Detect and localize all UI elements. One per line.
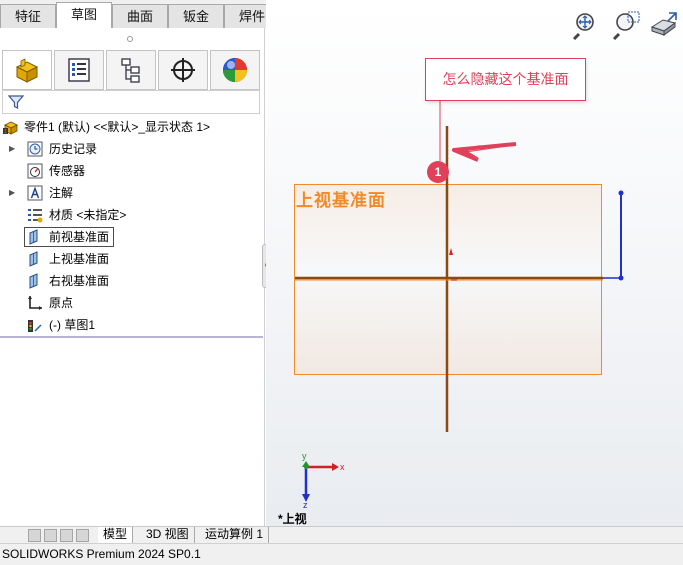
rollback-bar[interactable]	[0, 336, 263, 338]
tab-surfaces[interactable]: 曲面	[112, 4, 168, 28]
triad-x-label: x	[340, 462, 345, 472]
dimxpert-tab[interactable]	[158, 50, 208, 90]
tab-sheet-metal[interactable]: 钣金	[168, 4, 224, 28]
display-manager-icon	[223, 58, 247, 82]
feature-manager-tab[interactable]	[2, 50, 52, 90]
endpoint-top[interactable]	[618, 190, 624, 196]
tree-item-right-plane[interactable]: 右视基准面	[0, 270, 263, 292]
tree-item-label: 上视基准面	[49, 252, 110, 266]
prev-tab-button[interactable]	[44, 529, 57, 542]
endpoint-bottom[interactable]	[618, 275, 624, 281]
tree-item-material[interactable]: 材质 <未指定>	[0, 204, 263, 226]
tab-features[interactable]: 特征	[0, 4, 56, 28]
tree-item-label: 材质 <未指定>	[49, 208, 127, 222]
tree-item-origin[interactable]: 原点	[0, 292, 263, 314]
panel-icon-bar	[2, 50, 263, 90]
expand-arrow-icon[interactable]: ▶	[9, 182, 15, 204]
plane-icon	[29, 273, 38, 289]
configuration-manager-tab[interactable]	[106, 50, 156, 90]
sensor-icon	[27, 163, 43, 179]
history-icon	[27, 141, 43, 157]
tree-item-label: 传感器	[49, 164, 86, 178]
property-manager-icon	[68, 58, 90, 82]
tree-item-sensors[interactable]: 传感器	[0, 160, 263, 182]
triad-x-arrow	[332, 463, 339, 471]
tree-root[interactable]: 零件1 (默认) <<默认>_显示状态 1>	[0, 116, 263, 138]
tree-item-top-plane[interactable]: 上视基准面	[0, 248, 263, 270]
origin-marker-icon	[449, 248, 453, 255]
plane-icon	[29, 229, 38, 245]
feature-manager-panel: 零件1 (默认) <<默认>_显示状态 1> ▶ 历史记录 传感器 ▶ 注解 材…	[0, 28, 265, 526]
tree-filter[interactable]	[2, 90, 260, 114]
tree-item-label: 原点	[49, 296, 74, 310]
view-orientation-label: *上视	[278, 512, 307, 526]
tree-item-sketch1[interactable]: (-) 草图1	[0, 314, 263, 336]
configuration-manager-icon	[121, 58, 140, 83]
callout-badge: 1	[427, 161, 449, 183]
feature-manager-icon	[15, 58, 39, 83]
tree-item-history[interactable]: ▶ 历史记录	[0, 138, 263, 160]
annotation-icon	[27, 185, 43, 201]
panel-grip[interactable]	[127, 36, 133, 42]
tree-item-annotations[interactable]: ▶ 注解	[0, 182, 263, 204]
triad-y-label: y	[302, 451, 307, 461]
first-tab-button[interactable]	[28, 529, 41, 542]
last-tab-button[interactable]	[76, 529, 89, 542]
tree-item-label: (-) 草图1	[49, 318, 95, 332]
material-icon	[28, 209, 43, 223]
expand-arrow-icon[interactable]: ▶	[9, 138, 15, 160]
dimxpert-icon	[171, 58, 195, 82]
tab-model[interactable]: 模型	[98, 527, 134, 543]
graphics-area[interactable]: 上视基准面 x y z 怎么隐藏这个基准面 1 *上视	[266, 0, 683, 526]
tab-motion-study[interactable]: 运动算例 1	[200, 527, 270, 543]
plane-icon	[29, 251, 38, 267]
tree-item-label: 前视基准面	[49, 230, 110, 244]
question-callout: 怎么隐藏这个基准面	[425, 58, 586, 101]
next-tab-button[interactable]	[60, 529, 73, 542]
pointer-arrow-stroke	[452, 142, 517, 162]
bottom-tab-bar: 模型 3D 视图 运动算例 1	[0, 526, 683, 543]
display-manager-tab[interactable]	[210, 50, 260, 90]
status-bar: SOLIDWORKS Premium 2024 SP0.1	[0, 543, 683, 565]
tree-item-front-plane[interactable]: 前视基准面	[0, 226, 263, 248]
triad-z-label: z	[303, 500, 308, 510]
origin-icon	[28, 296, 42, 310]
solidworks-window: 特征 草图 曲面 钣金 焊件 标注	[0, 0, 683, 565]
tab-3d-view[interactable]: 3D 视图	[141, 527, 195, 543]
tree-item-label: 右视基准面	[49, 274, 110, 288]
part-icon	[3, 121, 18, 135]
filter-icon[interactable]	[8, 94, 24, 110]
tree-root-label: 零件1 (默认) <<默认>_显示状态 1>	[24, 120, 211, 134]
tree-item-label: 历史记录	[49, 142, 98, 156]
triad-origin	[304, 465, 308, 469]
sketch-icon	[28, 320, 42, 332]
status-text: SOLIDWORKS Premium 2024 SP0.1	[2, 547, 201, 561]
tab-sketch[interactable]: 草图	[56, 2, 112, 29]
tree-item-label: 注解	[49, 186, 74, 200]
property-manager-tab[interactable]	[54, 50, 104, 90]
